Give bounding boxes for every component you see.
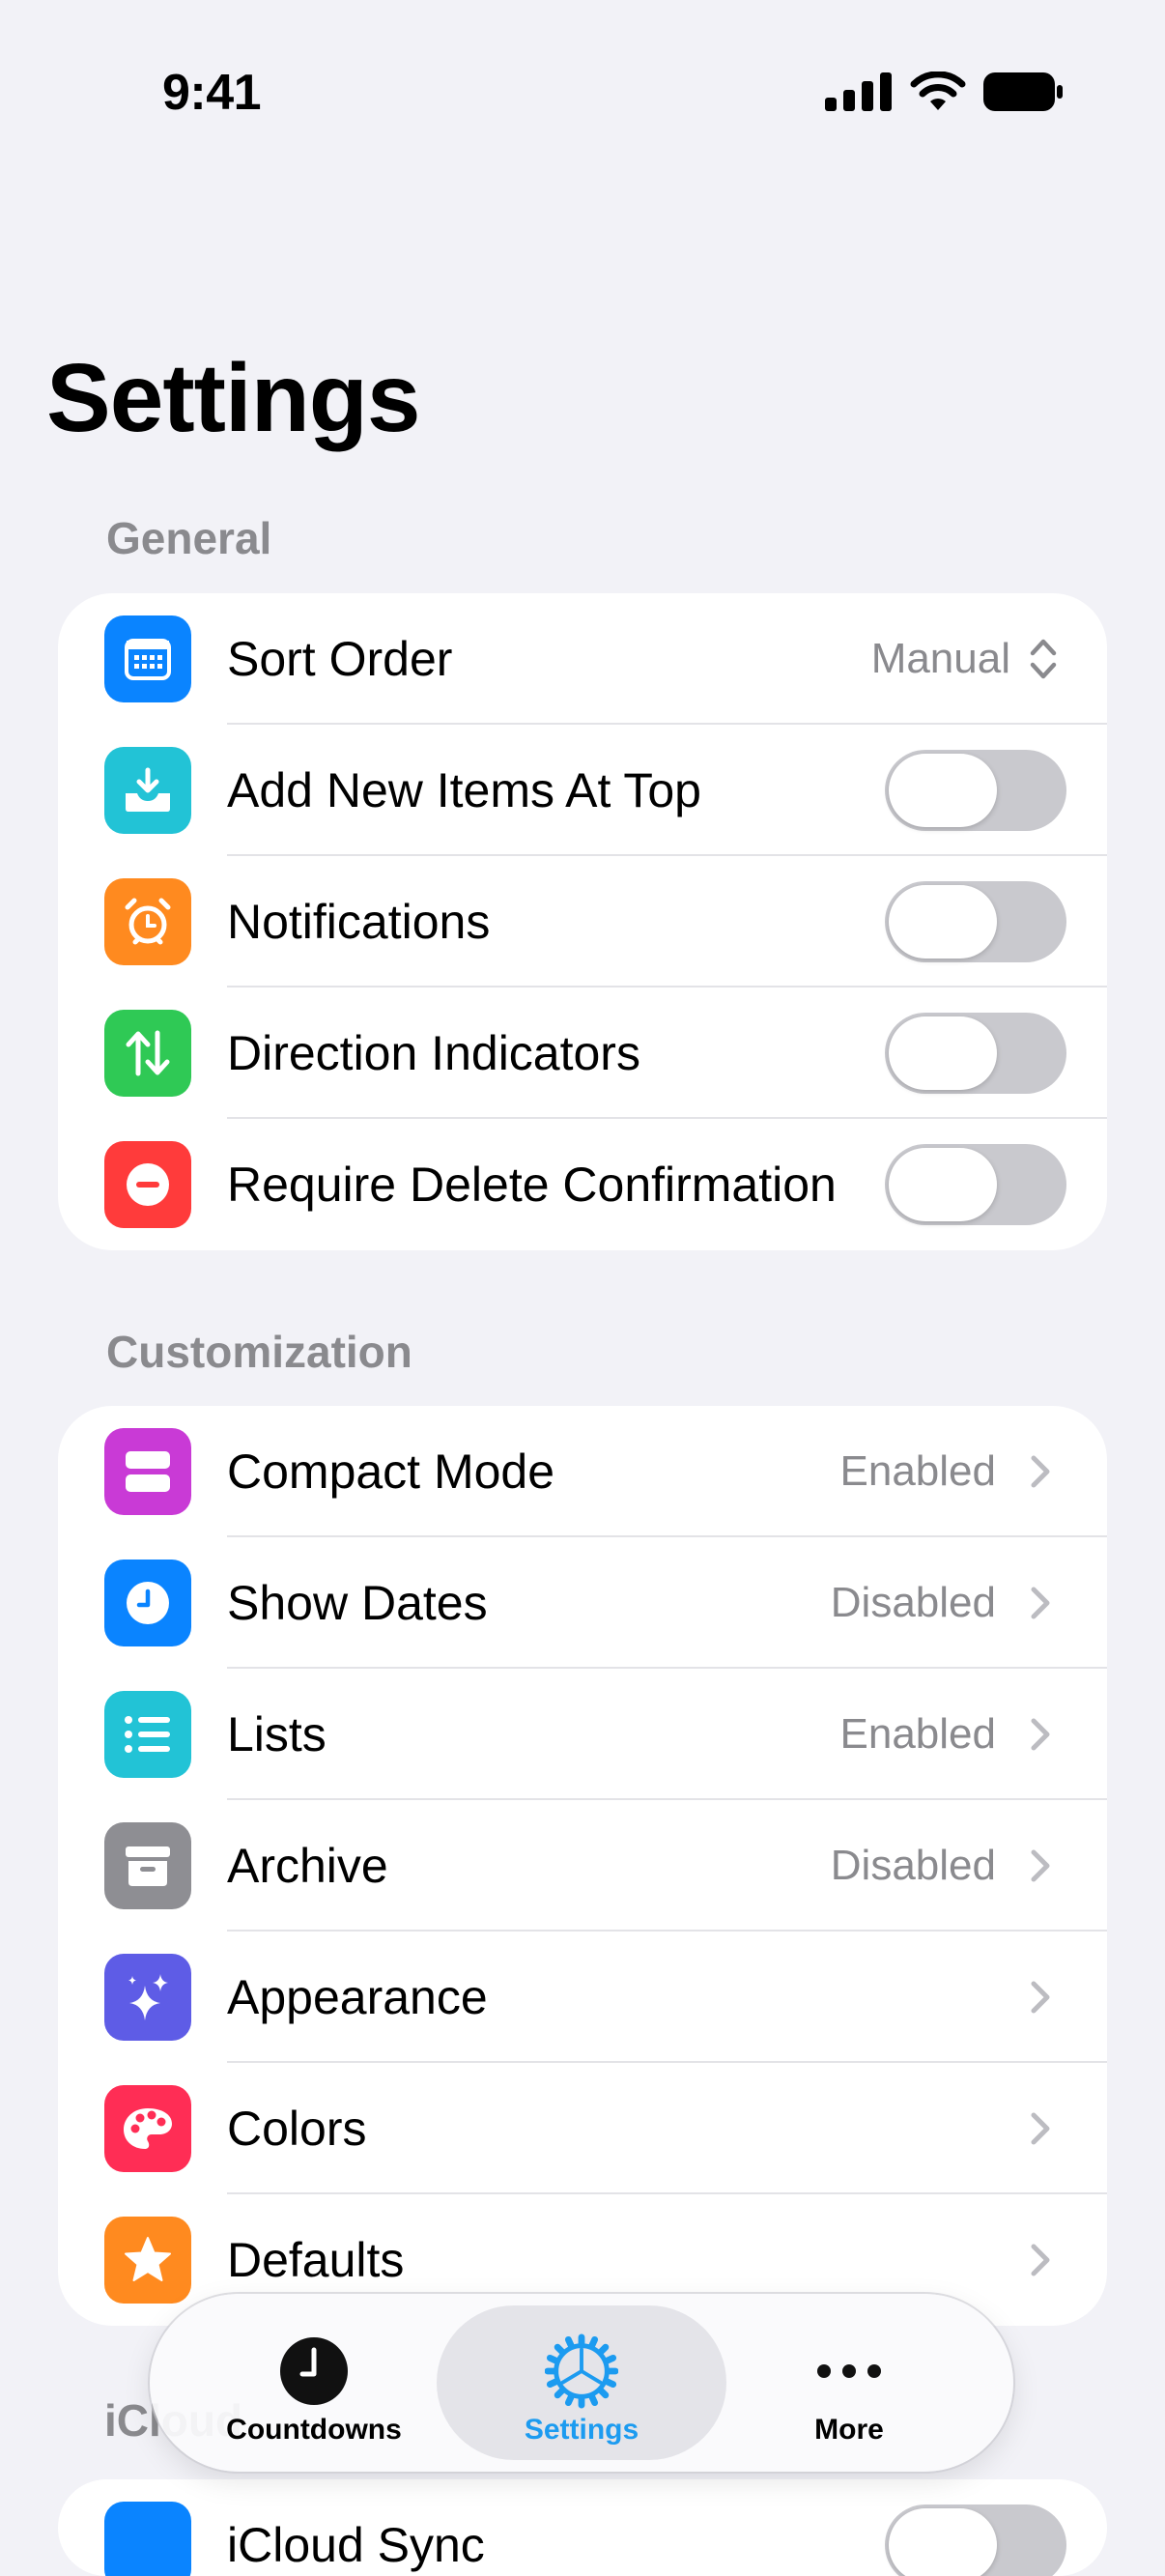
status-icons <box>825 72 1063 112</box>
add-new-items-at-top-toggle[interactable] <box>885 750 1066 831</box>
appearance-label: Appearance <box>227 1970 488 2024</box>
direction-indicators-toggle[interactable] <box>885 1013 1066 1094</box>
notifications-toggle[interactable] <box>885 881 1066 962</box>
appearance-row[interactable]: Appearance <box>58 1932 1107 2063</box>
show-dates-label: Show Dates <box>227 1576 488 1630</box>
tab-label: More <box>814 2414 884 2446</box>
colors-row[interactable]: Colors <box>58 2063 1107 2194</box>
icloud-sync-label: iCloud Sync <box>227 2518 485 2572</box>
chevron-right-icon <box>1031 2244 1050 2276</box>
toggle-knob <box>889 1016 997 1090</box>
icloud-sync-row: iCloud Sync <box>58 2479 1107 2576</box>
tab-bar: Countdowns Settings More <box>150 2294 1013 2472</box>
section-header-customization: Customization <box>106 1327 412 1377</box>
show-dates-row[interactable]: Show Dates Disabled <box>58 1537 1107 1669</box>
archive-row[interactable]: Archive Disabled <box>58 1800 1107 1932</box>
page-title: Settings <box>46 344 420 452</box>
notifications-row: Notifications <box>58 856 1107 987</box>
arrows-up-down-icon <box>104 1010 191 1097</box>
archive-box-icon <box>104 1822 191 1909</box>
clock-icon <box>104 1560 191 1646</box>
sparkles-icon <box>104 1954 191 2041</box>
chevron-right-icon <box>1031 1455 1050 1488</box>
battery-icon <box>983 72 1063 111</box>
sort-order-row[interactable]: Sort Order Manual <box>58 593 1107 725</box>
settings-group-general: Sort Order Manual Add New Items At Top N… <box>58 593 1107 1250</box>
icloud-sync-toggle[interactable] <box>885 2504 1066 2576</box>
direction-indicators-row: Direction Indicators <box>58 987 1107 1119</box>
chevron-right-icon <box>1031 2112 1050 2145</box>
chevron-right-icon <box>1031 1587 1050 1619</box>
chevron-right-icon <box>1031 1981 1050 2014</box>
clock-icon <box>277 2334 351 2408</box>
cellular-signal-icon <box>825 72 892 111</box>
toggle-knob <box>889 885 997 959</box>
wifi-icon <box>910 72 966 110</box>
compact-mode-value: Enabled <box>839 1447 996 1495</box>
direction-indicators-label: Direction Indicators <box>227 1026 640 1080</box>
require-delete-confirmation-toggle[interactable] <box>885 1144 1066 1225</box>
list-icon <box>104 1691 191 1778</box>
sort-order-value[interactable]: Manual <box>871 593 1010 725</box>
ellipsis-icon <box>812 2334 886 2408</box>
minus-circle-icon <box>104 1141 191 1228</box>
alarm-clock-icon <box>104 878 191 965</box>
inbox-download-icon <box>104 747 191 834</box>
chevron-right-icon <box>1031 1718 1050 1751</box>
rows-icon <box>104 1428 191 1515</box>
tab-more[interactable]: More <box>704 2305 994 2460</box>
status-time: 9:41 <box>162 65 262 121</box>
chevron-right-icon <box>1031 1849 1050 1882</box>
notifications-label: Notifications <box>227 895 491 949</box>
archive-value: Disabled <box>830 1842 996 1889</box>
tab-label: Settings <box>524 2414 639 2446</box>
colors-label: Colors <box>227 2102 367 2156</box>
lists-value: Enabled <box>839 1710 996 1758</box>
tab-label: Countdowns <box>226 2414 402 2446</box>
lists-row[interactable]: Lists Enabled <box>58 1669 1107 1800</box>
require-delete-confirmation-row: Require Delete Confirmation <box>58 1119 1107 1250</box>
require-delete-confirmation-label: Require Delete Confirmation <box>227 1158 837 1212</box>
lists-label: Lists <box>227 1707 327 1761</box>
toggle-knob <box>889 1148 997 1221</box>
section-header-general: General <box>106 513 272 563</box>
compact-mode-label: Compact Mode <box>227 1445 555 1499</box>
toggle-knob <box>889 2508 997 2576</box>
toggle-knob <box>889 754 997 827</box>
sort-order-label: Sort Order <box>227 632 453 686</box>
gear-icon <box>545 2333 618 2409</box>
palette-icon <box>104 2085 191 2172</box>
star-icon <box>104 2217 191 2304</box>
add-new-items-at-top-label: Add New Items At Top <box>227 763 701 817</box>
show-dates-value: Disabled <box>830 1579 996 1626</box>
cloud-icon <box>104 2502 191 2576</box>
tab-countdowns[interactable]: Countdowns <box>169 2305 459 2460</box>
add-new-items-at-top-row: Add New Items At Top <box>58 725 1107 856</box>
settings-group-icloud: iCloud Sync <box>58 2479 1107 2576</box>
chevron-up-down-icon <box>1030 639 1057 679</box>
compact-mode-row[interactable]: Compact Mode Enabled <box>58 1406 1107 1537</box>
archive-label: Archive <box>227 1839 388 1893</box>
tab-settings[interactable]: Settings <box>437 2305 726 2460</box>
calendar-icon <box>104 615 191 702</box>
settings-group-customization: Compact Mode Enabled Show Dates Disabled… <box>58 1406 1107 2326</box>
